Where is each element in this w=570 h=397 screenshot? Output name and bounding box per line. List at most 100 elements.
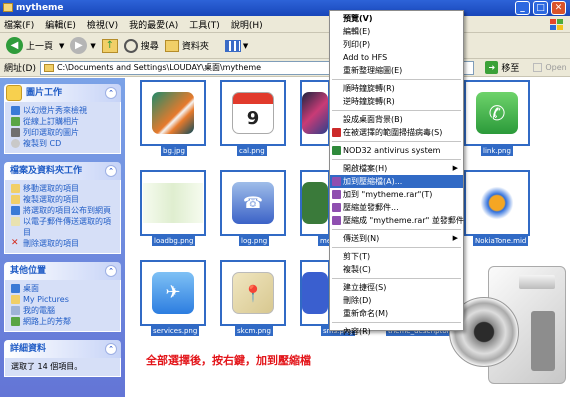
folders-icon <box>164 39 179 52</box>
file-name[interactable]: loadbg.png <box>152 236 196 246</box>
file-name[interactable]: bg.jpg <box>161 146 187 156</box>
context-menu-item[interactable]: 刪除(D) <box>330 294 463 307</box>
context-menu-item[interactable]: 重新整理縮圖(E) <box>330 64 463 77</box>
file-name[interactable]: NokiaTone.mid <box>473 236 529 246</box>
forward-arrow-icon: ▶ <box>70 37 88 54</box>
task-link[interactable]: 以電子郵件傳送選取的項目 <box>11 216 116 238</box>
panel-title: 圖片工作 <box>26 88 63 98</box>
context-menu-item[interactable]: 設成桌面背景(B) <box>330 113 463 126</box>
task-link[interactable]: 移動選取的項目 <box>11 183 116 194</box>
file-name[interactable]: skcm.png <box>235 326 273 336</box>
menu-item-label: Add to HFS <box>343 53 388 62</box>
context-menu-item[interactable]: 開啟檔案(H) ▶ <box>330 162 463 175</box>
panel-header[interactable]: 檔案及資料夾工作 ⌃ <box>4 162 121 180</box>
collapse-icon[interactable]: ⌃ <box>105 343 117 355</box>
context-menu-item[interactable]: 列印(P) <box>330 38 463 51</box>
context-menu-item[interactable]: 預覽(V) <box>330 12 463 25</box>
menu-favorites[interactable]: 我的最愛(A) <box>129 18 178 31</box>
file-folder-tasks-panel: 檔案及資料夾工作 ⌃ 移動選取的項目 複製選取的項目 將選取的項目公布到網頁 以… <box>4 162 121 254</box>
file-thumbnail[interactable] <box>300 170 330 236</box>
context-menu-item[interactable]: 剪下(T) <box>330 250 463 263</box>
file-thumbnail[interactable] <box>140 170 206 236</box>
go-button[interactable]: ➜ 移至 <box>485 61 519 74</box>
panel-header[interactable]: 其他位置 ⌃ <box>4 262 121 280</box>
place-link[interactable]: 網路上的芳鄰 <box>11 316 116 327</box>
menu-view[interactable]: 檢視(V) <box>87 18 118 31</box>
publish-web-icon <box>11 206 20 215</box>
collapse-icon[interactable]: ⌃ <box>105 265 117 277</box>
task-link[interactable]: 列印選取的圖片 <box>11 127 116 138</box>
task-link[interactable]: 以幻燈片秀來檢視 <box>11 105 116 116</box>
context-menu-item[interactable]: 建立捷徑(S) <box>330 281 463 294</box>
search-button[interactable]: 搜尋 <box>123 38 159 53</box>
minimize-button[interactable]: _ <box>515 1 530 15</box>
place-link[interactable]: My Pictures <box>11 294 116 305</box>
collapse-icon[interactable]: ⌃ <box>105 87 117 99</box>
menu-help[interactable]: 說明(H) <box>231 18 263 31</box>
menu-file[interactable]: 檔案(F) <box>4 18 34 31</box>
context-menu-item[interactable]: 壓縮並發郵件... <box>330 201 463 214</box>
views-button[interactable]: ▼ <box>224 39 248 52</box>
task-link[interactable]: ✕ 刪除選取的項目 <box>11 238 116 249</box>
menu-separator <box>332 247 461 248</box>
menu-item-label: 內容(R) <box>343 327 371 336</box>
desktop-icon <box>11 284 20 293</box>
file-name[interactable]: log.png <box>239 236 270 246</box>
task-link[interactable]: 複製到 CD <box>11 138 116 149</box>
context-menu-item[interactable]: 複製(C) <box>330 263 463 276</box>
file-thumbnail[interactable] <box>300 260 330 326</box>
services-icon: ✈ <box>152 272 194 314</box>
task-link[interactable]: 複製選取的項目 <box>11 194 116 205</box>
context-menu-item[interactable]: 逆時鐘旋轉(R) <box>330 95 463 108</box>
context-menu-item[interactable]: 在被選擇的範圍掃描病毒(S) <box>330 126 463 139</box>
task-link[interactable]: 將選取的項目公布到網頁 <box>11 205 116 216</box>
back-button[interactable]: ◀ 上一頁 ▼ <box>6 37 64 54</box>
context-menu-item[interactable]: 重新命名(M) <box>330 307 463 320</box>
context-menu-item[interactable]: NOD32 antivirus system <box>330 144 463 157</box>
context-menu-item[interactable]: 內容(R) <box>330 325 463 338</box>
file-thumbnail[interactable]: ✈ <box>140 260 206 326</box>
context-menu-item[interactable]: 加到 "mytheme.rar"(T) <box>330 188 463 201</box>
file-thumbnail[interactable]: ☎ <box>220 170 286 236</box>
file-name[interactable]: services.png <box>151 326 200 336</box>
file-thumbnail[interactable]: ✆ <box>464 80 530 146</box>
task-link[interactable]: 從線上訂購相片 <box>11 116 116 127</box>
panel-header[interactable]: 詳細資料 ⌃ <box>4 340 121 358</box>
title-bar[interactable]: mytheme _ □ ✕ <box>0 0 570 16</box>
file-name[interactable]: link.png <box>481 146 513 156</box>
context-menu-item[interactable]: 傳送到(N) ▶ <box>330 232 463 245</box>
menu-item-label: 壓縮成 "mytheme.rar" 並發郵件 <box>343 216 464 225</box>
toolbar: ◀ 上一頁 ▼ ▶ ▼ ↑ 搜尋 資料夾 ▼ <box>0 33 570 59</box>
menu-item-label: 壓縮並發郵件... <box>343 203 399 212</box>
maximize-button[interactable]: □ <box>533 1 548 15</box>
folder-icon <box>43 63 54 72</box>
chevron-down-icon[interactable]: ▼ <box>90 42 95 50</box>
clownfish-image <box>152 92 194 134</box>
context-menu-item[interactable]: 壓縮成 "mytheme.rar" 並發郵件 <box>330 214 464 227</box>
up-button[interactable]: ↑ <box>101 38 118 53</box>
close-button[interactable]: ✕ <box>551 1 566 15</box>
open-label: Open <box>545 63 567 72</box>
menu-tools[interactable]: 工具(T) <box>189 18 220 31</box>
file-thumbnail[interactable]: 9 <box>220 80 286 146</box>
context-menu-item[interactable]: 加到壓縮檔(A)... <box>330 175 463 188</box>
context-menu-item[interactable]: Add to HFS <box>330 51 463 64</box>
file-thumbnail[interactable] <box>140 80 206 146</box>
context-menu-item[interactable]: 順時鐘旋轉(R) <box>330 82 463 95</box>
folders-button[interactable]: 資料夾 <box>164 39 209 52</box>
menu-item-label: 設成桌面背景(B) <box>343 115 403 124</box>
place-link[interactable]: 桌面 <box>11 283 116 294</box>
file-thumbnail[interactable] <box>300 80 330 146</box>
chevron-down-icon[interactable]: ▼ <box>59 42 64 50</box>
open-button[interactable]: Open <box>533 63 567 72</box>
panel-title: 其他位置 <box>10 266 47 276</box>
file-name[interactable]: cal.png <box>237 146 267 156</box>
collapse-icon[interactable]: ⌃ <box>105 165 117 177</box>
file-thumbnail[interactable] <box>464 170 530 236</box>
panel-header[interactable]: 圖片工作 ⌃ <box>4 84 121 102</box>
file-thumbnail[interactable]: 📍 <box>220 260 286 326</box>
place-link[interactable]: 我的電腦 <box>11 305 116 316</box>
menu-edit[interactable]: 編輯(E) <box>45 18 76 31</box>
context-menu-item[interactable]: 編輯(E) <box>330 25 463 38</box>
forward-button[interactable]: ▶ ▼ <box>70 37 96 54</box>
